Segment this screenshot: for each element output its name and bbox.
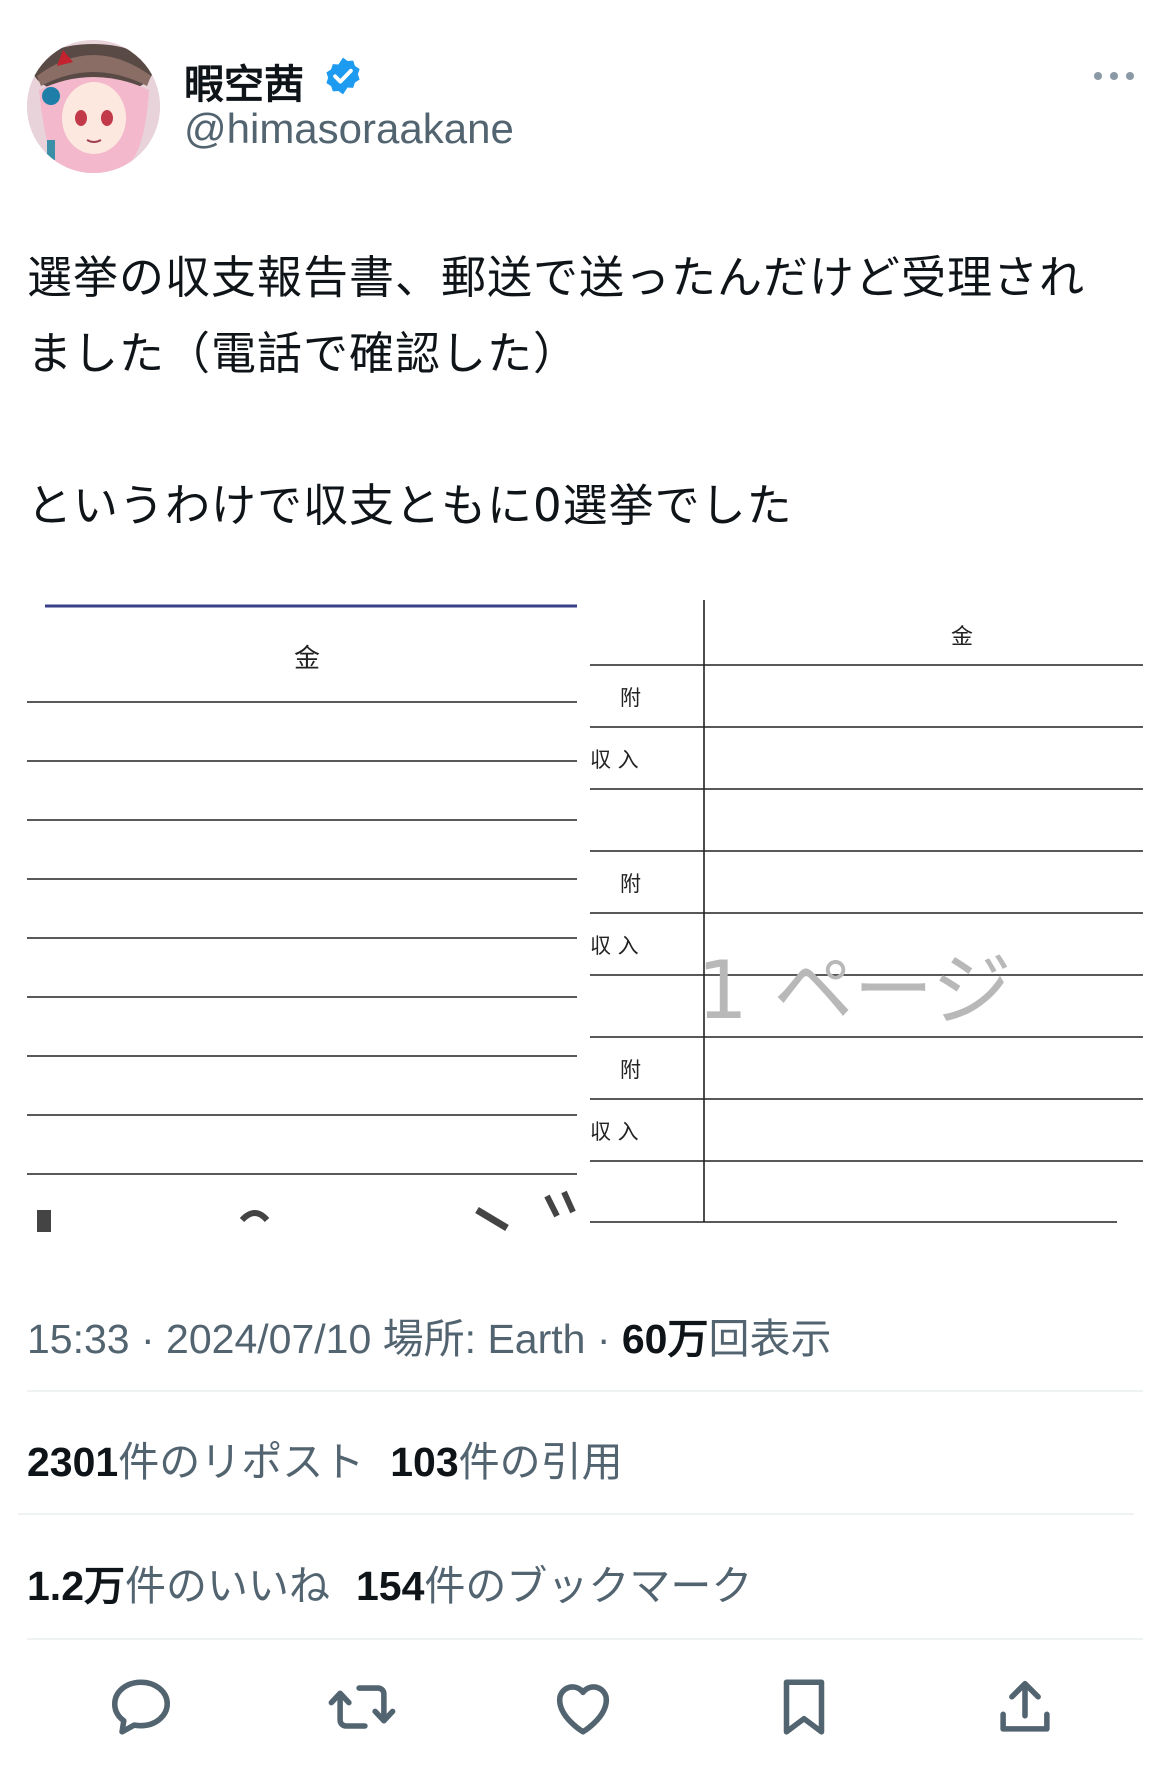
bookmark-button[interactable] [769, 1672, 839, 1742]
avatar-anime-girl-icon [27, 40, 160, 173]
tweet-date[interactable]: 2024/07/10 [166, 1316, 371, 1362]
likes-link[interactable]: 1.2万件のいいね [27, 1563, 330, 1609]
share-button[interactable] [990, 1672, 1060, 1742]
reply-icon [111, 1679, 171, 1735]
like-icon [556, 1684, 610, 1735]
likes-label: 件のいいね [125, 1563, 330, 1609]
divider [27, 1638, 1143, 1640]
bookmark-icon [783, 1679, 825, 1735]
tweet-text-line: というわけで収支ともに0選挙でした [27, 479, 793, 532]
tweet-text-line: 選挙の収支報告書、郵送で送ったんだけど受理され [27, 251, 1086, 304]
divider [18, 1513, 1134, 1515]
quotes-label: 件の引用 [458, 1439, 623, 1485]
attached-image[interactable]: 金 金 附 収 入 附 収 入 附 収 入 1 ページ [27, 600, 1143, 1240]
reposts-count: 2301 [27, 1439, 119, 1485]
likes-count: 1.2万 [27, 1563, 125, 1609]
row-label: 収 入 [590, 1120, 639, 1144]
left-panel-cut-watermark [37, 1190, 576, 1232]
repost-stats: 2301件のリポスト 103件の引用 [27, 1428, 623, 1488]
share-icon [1000, 1680, 1050, 1732]
like-button[interactable] [548, 1672, 618, 1742]
tweet-time[interactable]: 15:33 [27, 1316, 130, 1362]
row-label: 附 [620, 872, 641, 896]
right-panel-row-labels: 附 収 入 附 収 入 附 収 入 [590, 686, 641, 1144]
row-label: 収 入 [590, 934, 639, 958]
row-label: 附 [620, 1058, 641, 1082]
row-label: 収 入 [590, 748, 639, 772]
row-label: 附 [620, 686, 641, 710]
timestamp-line: 15:33 · 2024/07/10 場所: Earth · 60万回表示 [27, 1305, 831, 1365]
separator: · [129, 1316, 167, 1362]
divider [27, 1390, 1143, 1392]
like-stats: 1.2万件のいいね 154件のブックマーク [27, 1552, 752, 1612]
reply-button[interactable] [106, 1672, 176, 1742]
quotes-count: 103 [390, 1439, 459, 1485]
separator: · [585, 1316, 622, 1362]
bookmarks-link[interactable]: 154件のブックマーク [356, 1563, 752, 1609]
avatar[interactable] [27, 40, 160, 173]
page-watermark: 1 ページ [697, 944, 1012, 1037]
tweet-location: 場所: Earth [382, 1316, 586, 1362]
reposts-link[interactable]: 2301件のリポスト [27, 1439, 364, 1485]
views-label: 回表示 [708, 1316, 832, 1362]
left-panel-rows [27, 701, 577, 1175]
form-scan: 金 金 附 収 入 附 収 入 附 収 入 1 ページ [27, 600, 1143, 1232]
more-dots-icon[interactable] [1090, 60, 1138, 92]
quotes-link[interactable]: 103件の引用 [390, 1439, 622, 1485]
bookmarks-label: 件のブックマーク [424, 1563, 753, 1609]
tweet-text-line: ました（電話で確認した） [27, 327, 580, 380]
bookmarks-count: 154 [356, 1563, 425, 1609]
verified-badge-icon [326, 57, 360, 95]
repost-button[interactable] [327, 1672, 397, 1742]
right-panel-header: 金 [951, 625, 973, 650]
display-name[interactable]: 暇空茜 [184, 52, 304, 110]
repost-icon [328, 1685, 396, 1729]
reposts-label: 件のリポスト [118, 1439, 365, 1485]
handle[interactable]: @himasoraakane [184, 105, 514, 153]
views-count: 60万 [621, 1316, 709, 1362]
left-panel-header: 金 [294, 644, 320, 674]
